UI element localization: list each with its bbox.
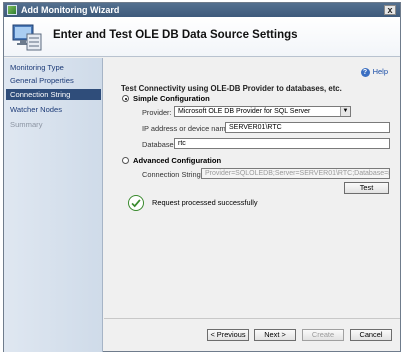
step-general-properties[interactable]: General Properties [6,75,101,86]
help-label: Help [372,67,388,76]
page-heading: Enter and Test OLE DB Data Source Settin… [53,29,298,41]
title-bar[interactable]: Add Monitoring Wizard x [4,3,400,17]
status-message: Request processed successfully [152,198,258,207]
connection-string-label: Connection String: [142,170,203,179]
provider-value: Microsoft OLE DB Provider for SQL Server [178,108,311,115]
step-watcher-nodes[interactable]: Watcher Nodes [6,104,101,115]
wizard-header: Enter and Test OLE DB Data Source Settin… [4,17,400,57]
next-button[interactable]: Next > [254,329,296,341]
advanced-config-radio[interactable] [122,157,129,164]
database-input[interactable]: rtc [174,138,390,149]
connection-string-input[interactable]: Provider=SQLOLEDB;Server=SERVER01\RTC;Da… [201,168,390,179]
test-button[interactable]: Test [344,182,389,194]
previous-button[interactable]: < Previous [207,329,249,341]
step-monitoring-type[interactable]: Monitoring Type [6,62,101,73]
wizard-steps-sidebar: Monitoring Type General Properties Conne… [4,58,103,352]
advanced-config-label: Advanced Configuration [133,156,222,165]
database-label: Database: [142,140,176,149]
provider-dropdown[interactable]: Microsoft OLE DB Provider for SQL Server… [174,106,351,117]
chevron-down-icon: ▼ [340,107,350,116]
step-connection-string[interactable]: Connection String [6,89,101,100]
simple-config-radio[interactable] [122,95,129,102]
section-title: Test Connectivity using OLE-DB Provider … [121,84,342,93]
wizard-window: Add Monitoring Wizard x Enter and Test O… [3,2,401,352]
create-button: Create [302,329,344,341]
wizard-footer: < Previous Next > Create Cancel [104,318,400,352]
app-icon [7,5,17,15]
close-button[interactable]: x [384,5,396,15]
simple-config-label: Simple Configuration [133,94,210,103]
step-summary: Summary [10,120,43,129]
monitor-wizard-icon [12,24,42,51]
ip-address-input[interactable]: SERVER01\RTC [225,122,390,133]
cancel-button[interactable]: Cancel [350,329,392,341]
check-circle-icon [128,195,144,211]
ip-address-label: IP address or device name: [142,124,232,133]
help-link[interactable]: ? Help [360,67,388,77]
wizard-content: ? Help Test Connectivity using OLE-DB Pro… [104,58,400,352]
provider-label: Provider: [142,108,172,117]
help-icon: ? [360,67,370,77]
window-title: Add Monitoring Wizard [21,5,120,15]
